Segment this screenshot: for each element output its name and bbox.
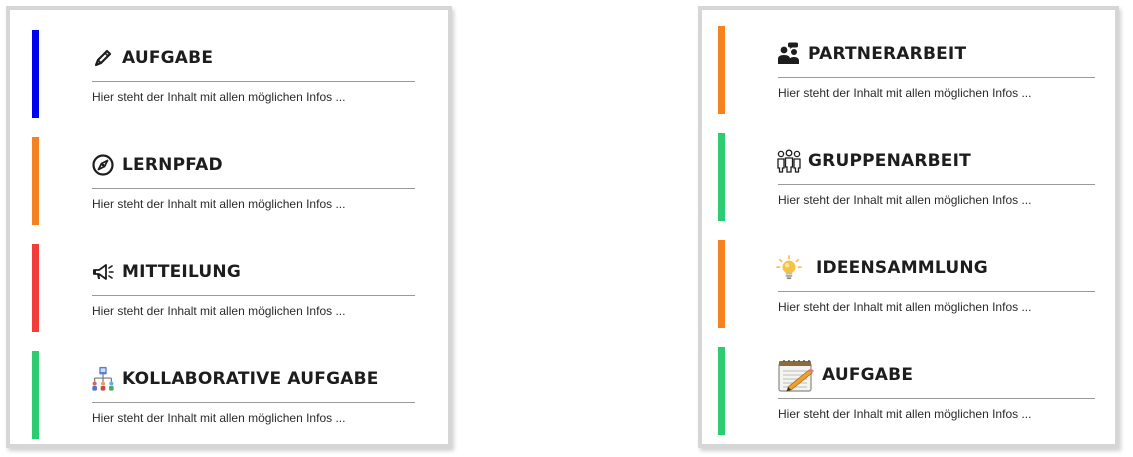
card-title: AUFGABE (822, 365, 914, 385)
divider (92, 295, 415, 296)
card-text: Hier steht der Inhalt mit allen mögliche… (778, 300, 1032, 314)
color-bar-orange (32, 137, 39, 225)
card-aufgabe-right[interactable]: AUFGABE Hier steht der Inhalt mit allen … (702, 347, 1102, 435)
lightbulb-icon (776, 255, 802, 281)
color-bar-blue (32, 30, 39, 118)
card-title: IDEENSAMMLUNG (816, 258, 988, 278)
card-title: PARTNERARBEIT (808, 44, 967, 64)
card-partnerarbeit[interactable]: PARTNERARBEIT Hier steht der Inhalt mit … (702, 26, 1102, 114)
card-text: Hier steht der Inhalt mit allen mögliche… (778, 407, 1032, 421)
color-bar-green (32, 351, 39, 439)
card-text: Hier steht der Inhalt mit allen mögliche… (92, 411, 346, 425)
divider (778, 291, 1095, 292)
compass-icon (90, 152, 116, 178)
partners-icon (776, 41, 802, 67)
color-bar-green (718, 347, 725, 435)
right-panel: PARTNERARBEIT Hier steht der Inhalt mit … (698, 6, 1119, 448)
card-title: MITTEILUNG (122, 262, 241, 282)
left-panel: AUFGABE Hier steht der Inhalt mit allen … (6, 6, 452, 448)
color-bar-orange (718, 26, 725, 114)
card-mitteilung[interactable]: MITTEILUNG Hier steht der Inhalt mit all… (10, 244, 430, 332)
card-gruppenarbeit[interactable]: GRUPPENARBEIT Hier steht der Inhalt mit … (702, 133, 1102, 221)
card-title: GRUPPENARBEIT (808, 151, 971, 171)
card-text: Hier steht der Inhalt mit allen mögliche… (92, 90, 346, 104)
card-text: Hier steht der Inhalt mit allen mögliche… (778, 86, 1032, 100)
color-bar-red (32, 244, 39, 332)
card-text: Hier steht der Inhalt mit allen mögliche… (92, 304, 346, 318)
card-kollaborative-aufgabe[interactable]: KOLLABORATIVE AUFGABE Hier steht der Inh… (10, 351, 430, 439)
card-title: KOLLABORATIVE AUFGABE (122, 369, 379, 389)
divider (92, 188, 415, 189)
notepad-pencil-icon (776, 357, 816, 393)
card-text: Hier steht der Inhalt mit allen mögliche… (778, 193, 1032, 207)
card-ideensammlung[interactable]: IDEENSAMMLUNG Hier steht der Inhalt mit … (702, 240, 1102, 328)
divider (92, 81, 415, 82)
color-bar-orange (718, 240, 725, 328)
group-icon (776, 148, 802, 174)
divider (778, 398, 1095, 399)
color-bar-green (718, 133, 725, 221)
collaboration-network-icon (90, 366, 116, 392)
card-title: AUFGABE (122, 48, 214, 68)
divider (778, 77, 1095, 78)
pencil-icon (90, 45, 116, 71)
card-aufgabe[interactable]: AUFGABE Hier steht der Inhalt mit allen … (10, 30, 430, 118)
card-lernpfad[interactable]: LERNPFAD Hier steht der Inhalt mit allen… (10, 137, 430, 225)
card-text: Hier steht der Inhalt mit allen mögliche… (92, 197, 346, 211)
divider (778, 184, 1095, 185)
divider (92, 402, 415, 403)
megaphone-icon (90, 259, 116, 285)
card-title: LERNPFAD (122, 155, 223, 175)
